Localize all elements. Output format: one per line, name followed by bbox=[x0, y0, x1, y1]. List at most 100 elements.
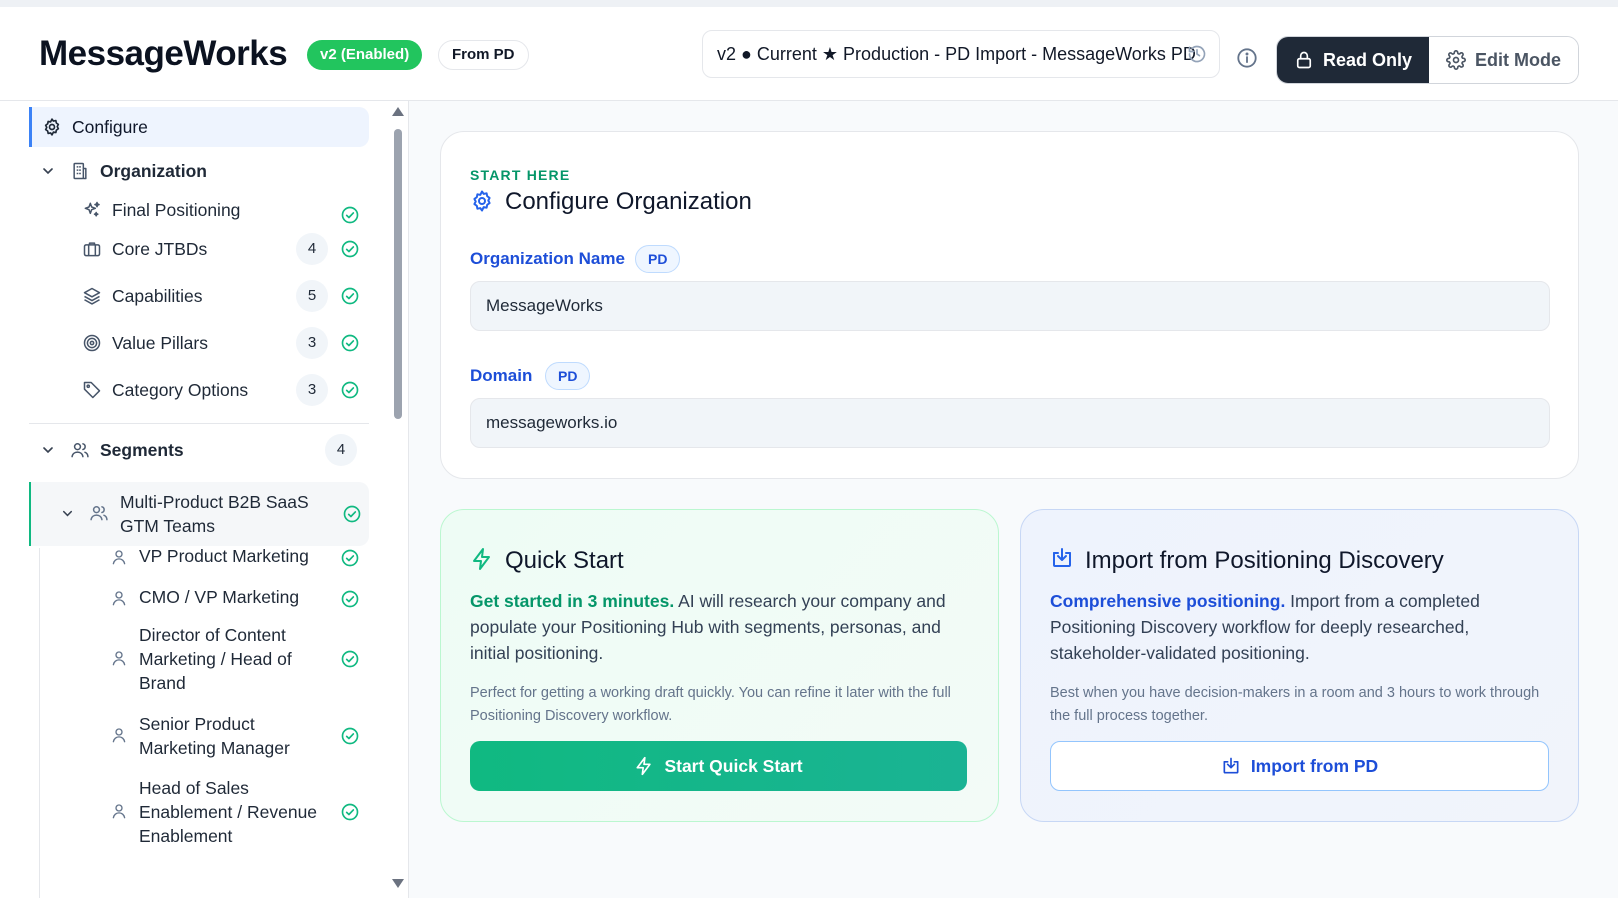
persona-label: VP Product Marketing bbox=[139, 546, 309, 566]
sidebar-item-label: Final Positioning bbox=[112, 199, 241, 220]
start-quick-start-label: Start Quick Start bbox=[664, 755, 803, 776]
app-title: MessageWorks bbox=[39, 34, 288, 73]
scroll-down-arrow[interactable] bbox=[392, 879, 404, 888]
gear-icon bbox=[42, 117, 62, 137]
mode-toggle: Read Only Edit Mode bbox=[1276, 36, 1579, 84]
persona-item[interactable]: Head of Sales Enablement / Revenue Enabl… bbox=[110, 774, 370, 849]
segment-label: Multi-Product B2B SaaS bbox=[120, 492, 309, 512]
read-only-label: Read Only bbox=[1322, 49, 1413, 70]
count-badge: 4 bbox=[296, 233, 328, 265]
persona-label: Senior Product bbox=[139, 714, 255, 734]
chevron-down-icon[interactable] bbox=[60, 506, 75, 521]
info-icon[interactable] bbox=[1236, 47, 1258, 69]
lock-icon bbox=[1296, 51, 1312, 69]
configure-organization-card: START HERE Configure Organization Organi… bbox=[440, 131, 1579, 479]
user-icon bbox=[112, 591, 126, 606]
check-circle-icon bbox=[341, 803, 359, 821]
source-badge: From PD bbox=[438, 40, 529, 70]
domain-label: Domain bbox=[470, 366, 533, 385]
check-circle-icon bbox=[341, 334, 359, 352]
import-pd-description: Comprehensive positioning. Import from a… bbox=[1050, 588, 1540, 666]
eyebrow-label: START HERE bbox=[470, 167, 571, 183]
version-selector-label: v2 ● Current ★ Production - PD Import - … bbox=[717, 43, 1196, 64]
pd-badge: PD bbox=[635, 245, 681, 273]
domain-field[interactable]: messageworks.io bbox=[470, 398, 1550, 448]
quick-start-lead: Get started in 3 minutes. bbox=[470, 591, 675, 611]
count-badge: 4 bbox=[325, 434, 357, 466]
org-name-label: Organization Name bbox=[470, 249, 625, 268]
persona-item[interactable]: VP Product Marketing bbox=[110, 541, 370, 575]
import-pd-note: Best when you have decision-makers in a … bbox=[1050, 685, 1540, 724]
persona-label: Enablement / Revenue bbox=[139, 802, 318, 822]
persona-label: Marketing Manager bbox=[139, 738, 290, 758]
chevron-down-icon[interactable] bbox=[40, 163, 56, 179]
sidebar-item-label: Category Options bbox=[112, 379, 249, 400]
check-circle-icon bbox=[341, 206, 359, 224]
briefcase-icon bbox=[82, 239, 102, 259]
top-bar: MessageWorks v2 (Enabled) From PD v2 ● C… bbox=[0, 0, 1618, 101]
check-circle-icon bbox=[341, 727, 359, 745]
check-circle-icon bbox=[341, 650, 359, 668]
persona-item[interactable]: CMO / VP Marketing bbox=[110, 582, 370, 616]
segment-group-multi-product[interactable]: Multi-Product B2B SaaS GTM Teams bbox=[29, 482, 369, 546]
scroll-up-arrow[interactable] bbox=[392, 107, 404, 116]
sidebar-item-label: Core JTBDs bbox=[112, 238, 208, 259]
persona-label: Brand bbox=[139, 673, 186, 693]
check-circle-icon bbox=[341, 240, 359, 258]
user-icon bbox=[112, 550, 126, 565]
users-icon bbox=[70, 440, 90, 460]
sidebar-item-segments[interactable]: Segments bbox=[40, 433, 370, 467]
tag-icon bbox=[82, 380, 102, 400]
count-badge: 3 bbox=[296, 374, 328, 406]
user-icon bbox=[112, 728, 126, 743]
user-icon bbox=[112, 804, 126, 819]
quick-start-title: Quick Start bbox=[505, 547, 624, 574]
org-name-field[interactable]: MessageWorks bbox=[470, 281, 1550, 331]
read-only-button[interactable]: Read Only bbox=[1277, 37, 1429, 83]
persona-label: Marketing / Head of bbox=[139, 649, 292, 669]
import-from-pd-label: Import from PD bbox=[1250, 755, 1379, 776]
import-pd-title: Import from Positioning Discovery bbox=[1085, 547, 1444, 574]
check-circle-icon bbox=[341, 549, 359, 567]
download-icon bbox=[1053, 548, 1071, 567]
sidebar-item-label: Capabilities bbox=[112, 285, 203, 306]
check-circle-icon bbox=[341, 590, 359, 608]
count-badge: 3 bbox=[296, 327, 328, 359]
lightning-icon bbox=[473, 548, 490, 570]
gear-icon bbox=[1446, 50, 1466, 70]
start-quick-start-button[interactable]: Start Quick Start bbox=[470, 741, 967, 791]
import-pd-lead: Comprehensive positioning. bbox=[1050, 591, 1286, 611]
sidebar-item-final-positioning[interactable]: Final Positioning bbox=[82, 193, 362, 227]
check-circle-icon bbox=[341, 287, 359, 305]
import-from-pd-button[interactable]: Import from PD bbox=[1050, 741, 1549, 791]
lightning-icon bbox=[636, 756, 652, 776]
persona-item[interactable]: Director of Content Marketing / Head of … bbox=[110, 621, 370, 696]
check-circle-icon bbox=[343, 505, 361, 523]
divider bbox=[29, 423, 369, 424]
persona-label: Enablement bbox=[139, 826, 233, 846]
sidebar-item-label: Organization bbox=[100, 160, 207, 181]
persona-label: Head of Sales bbox=[139, 778, 249, 798]
quick-start-description: Get started in 3 minutes. AI will resear… bbox=[470, 588, 960, 666]
sparkles-icon bbox=[82, 200, 102, 220]
sidebar-item-organization[interactable]: Organization bbox=[40, 154, 370, 188]
check-circle-icon bbox=[341, 381, 359, 399]
sidebar-item-label: Configure bbox=[72, 116, 148, 137]
persona-label: CMO / VP Marketing bbox=[139, 587, 300, 607]
sidebar-item-label: Segments bbox=[100, 439, 184, 460]
sidebar: Configure Organization Final Positioning… bbox=[0, 101, 409, 898]
layers-icon bbox=[82, 286, 102, 306]
version-selector[interactable]: v2 ● Current ★ Production - PD Import - … bbox=[702, 30, 1220, 78]
scrollbar-thumb[interactable] bbox=[394, 129, 402, 419]
persona-item[interactable]: Senior Product Marketing Manager bbox=[110, 710, 370, 762]
history-icon[interactable] bbox=[1187, 44, 1207, 64]
version-status-badge: v2 (Enabled) bbox=[307, 40, 423, 70]
user-icon bbox=[112, 651, 126, 666]
target-icon bbox=[82, 333, 102, 353]
tree-guide-line bbox=[39, 548, 40, 898]
count-badge: 5 bbox=[296, 280, 328, 312]
gear-icon bbox=[473, 190, 491, 212]
chevron-down-icon[interactable] bbox=[40, 442, 56, 458]
sidebar-item-configure[interactable]: Configure bbox=[29, 107, 369, 147]
edit-mode-button[interactable]: Edit Mode bbox=[1429, 37, 1578, 83]
